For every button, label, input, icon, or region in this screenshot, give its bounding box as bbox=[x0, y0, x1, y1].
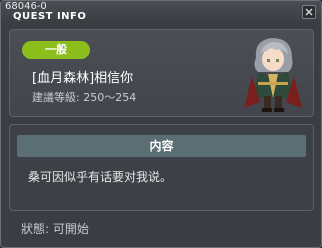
content-header: 内容 bbox=[17, 135, 306, 157]
quest-status: 狀態: 可開始 bbox=[21, 222, 89, 236]
quest-category-badge: 一般 bbox=[22, 41, 90, 59]
quest-summary-panel: 一般 [血月森林]相信你 建議等級: 250～254 bbox=[9, 29, 314, 117]
recommended-level: 建議等級: 250～254 bbox=[32, 91, 137, 104]
quest-info-window: 68046-0 QUEST INFO 一般 [血月森林]相信你 建議等級: 25… bbox=[0, 0, 322, 248]
close-button[interactable] bbox=[302, 5, 316, 19]
npc-portrait bbox=[244, 38, 302, 112]
close-icon bbox=[305, 8, 313, 16]
window-title: QUEST INFO bbox=[13, 11, 87, 22]
title-bar[interactable]: 68046-0 QUEST INFO bbox=[1, 1, 321, 23]
quest-content-panel: 内容 桑可因似乎有话要对我说。 bbox=[9, 124, 314, 211]
content-text: 桑可因似乎有话要对我说。 bbox=[28, 170, 173, 184]
quest-name: [血月森林]相信你 bbox=[32, 71, 134, 86]
